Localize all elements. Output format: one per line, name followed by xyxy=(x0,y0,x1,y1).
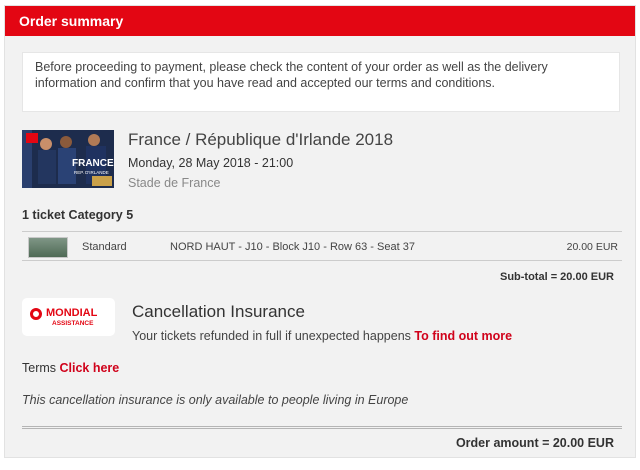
event-image: FRANCE REP. D'IRLANDE xyxy=(22,130,114,188)
ticket-type: Standard xyxy=(82,241,127,253)
order-summary-panel: Order summary Before proceeding to payme… xyxy=(4,5,636,458)
find-out-more-link[interactable]: To find out more xyxy=(414,329,512,343)
insurance-title: Cancellation Insurance xyxy=(132,302,305,321)
order-amount: Order amount = 20.00 EUR xyxy=(455,436,614,450)
ticket-row: Standard NORD HAUT - J10 - Block J10 - R… xyxy=(22,231,622,261)
event-poster-graphic: FRANCE REP. D'IRLANDE xyxy=(22,130,114,188)
ticket-count-label: 1 ticket Category 5 xyxy=(22,208,134,222)
event-title: France / République d'Irlande 2018 xyxy=(128,130,394,149)
terms-line: Terms Click here xyxy=(22,361,119,375)
subtotal: Sub-total = 20.00 EUR xyxy=(499,271,614,283)
event-date: Monday, 28 May 2018 - 21:00 xyxy=(128,156,294,170)
insurance-availability-note: This cancellation insurance is only avai… xyxy=(22,393,409,407)
mondial-swirl-icon xyxy=(30,308,42,320)
order-summary-header: Order summary xyxy=(5,6,635,36)
mondial-assistance-logo: MONDIAL ASSISTANCE xyxy=(22,298,115,336)
seat-view-thumbnail xyxy=(28,237,68,258)
terms-label: Terms xyxy=(22,361,60,375)
insurance-text: Your tickets refunded in full if unexpec… xyxy=(132,329,415,343)
event-image-title: FRANCE xyxy=(72,158,114,169)
event-image-subtitle: REP. D'IRLANDE xyxy=(74,170,109,175)
logo-subtitle: ASSISTANCE xyxy=(52,320,94,327)
logo-name: MONDIAL xyxy=(46,307,98,319)
terms-click-here-link[interactable]: Click here xyxy=(60,361,120,375)
ticket-price: 20.00 EUR xyxy=(566,241,618,253)
ticket-seat-info: NORD HAUT - J10 - Block J10 - Row 63 - S… xyxy=(170,241,415,253)
event-venue: Stade de France xyxy=(128,176,221,190)
insurance-description: Your tickets refunded in full if unexpec… xyxy=(132,329,512,343)
payment-notice: Before proceeding to payment, please che… xyxy=(22,52,620,112)
order-divider xyxy=(22,426,622,429)
